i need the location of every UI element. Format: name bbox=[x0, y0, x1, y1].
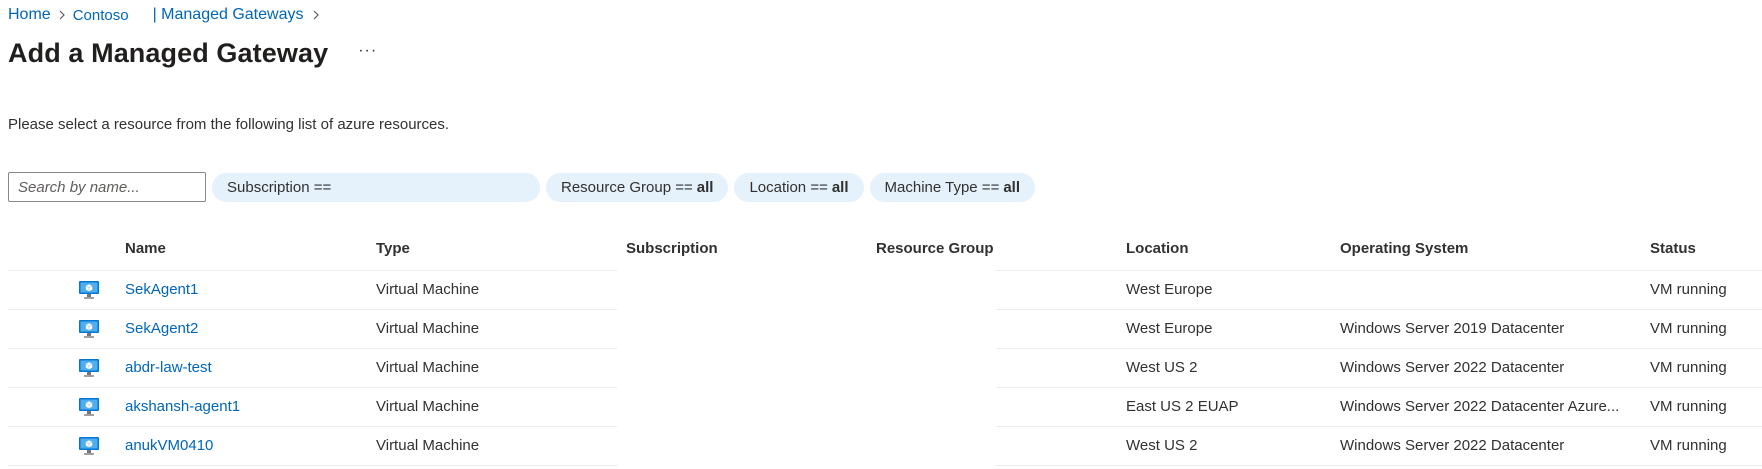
resource-group-filter-pill[interactable]: Resource Group == all bbox=[546, 172, 729, 202]
location-filter-label: Location == bbox=[749, 178, 828, 196]
row-subscription bbox=[626, 387, 866, 426]
row-operating-system: Windows Server 2022 Datacenter bbox=[1340, 359, 1565, 376]
virtual-machine-icon bbox=[78, 426, 108, 465]
column-header-name[interactable]: Name bbox=[125, 226, 365, 270]
subscription-filter-label: Subscription == bbox=[227, 178, 332, 196]
virtual-machine-icon bbox=[78, 348, 108, 387]
location-filter-value: all bbox=[831, 178, 849, 196]
breadcrumb-home-link[interactable]: Home bbox=[8, 6, 51, 24]
page-title: Add a Managed Gateway bbox=[8, 37, 329, 68]
breadcrumb-managed-gateways-link[interactable]: | Managed Gateways bbox=[153, 6, 304, 24]
chevron-right-icon bbox=[311, 10, 321, 20]
row-resource-group bbox=[876, 426, 1076, 465]
row-location: West US 2 bbox=[1126, 359, 1198, 376]
row-type: Virtual Machine bbox=[376, 281, 480, 298]
row-location: West Europe bbox=[1126, 281, 1213, 298]
row-type: Virtual Machine bbox=[376, 437, 480, 454]
row-operating-system: Windows Server 2019 Datacenter bbox=[1340, 320, 1565, 337]
row-subscription bbox=[626, 348, 866, 387]
more-options-button[interactable]: ··· bbox=[358, 42, 377, 64]
resource-table: Name Type Subscription Resource Group Lo… bbox=[8, 226, 1762, 466]
row-status: VM running bbox=[1650, 437, 1727, 454]
table-row[interactable]: SekAgent2 Virtual Machine West Europe Windo… bbox=[8, 309, 1762, 348]
resource-group-filter-value: all bbox=[696, 178, 714, 196]
row-type: Virtual Machine bbox=[376, 398, 480, 415]
virtual-machine-icon bbox=[78, 270, 108, 309]
virtual-machine-icon bbox=[78, 309, 108, 348]
breadcrumb-contoso-link[interactable]: Contoso bbox=[73, 7, 129, 24]
breadcrumb: Home Contoso | Managed Gateways bbox=[8, 5, 327, 25]
column-header-operating-system[interactable]: Operating System bbox=[1340, 226, 1630, 270]
row-divider bbox=[8, 465, 617, 466]
virtual-machine-icon bbox=[78, 387, 108, 426]
row-status: VM running bbox=[1650, 359, 1727, 376]
column-header-subscription[interactable]: Subscription bbox=[626, 226, 866, 270]
row-resource-group bbox=[876, 387, 1076, 426]
machine-type-filter-value: all bbox=[1003, 178, 1021, 196]
column-header-type[interactable]: Type bbox=[376, 226, 616, 270]
row-resource-group bbox=[876, 348, 1076, 387]
row-operating-system bbox=[1340, 270, 1630, 309]
row-operating-system: Windows Server 2022 Datacenter bbox=[1340, 437, 1565, 454]
column-header-status[interactable]: Status bbox=[1650, 226, 1762, 270]
row-resource-group bbox=[876, 309, 1076, 348]
row-name-link[interactable]: abdr-law-test bbox=[125, 348, 365, 387]
row-name-link[interactable]: SekAgent1 bbox=[125, 270, 365, 309]
title-row: Add a Managed Gateway ··· bbox=[8, 32, 377, 74]
row-divider bbox=[996, 465, 1762, 466]
row-status: VM running bbox=[1650, 320, 1727, 337]
table-row[interactable]: SekAgent1 Virtual Machine West Europe VM ru… bbox=[8, 270, 1762, 309]
row-type: Virtual Machine bbox=[376, 359, 480, 376]
row-subscription bbox=[626, 426, 866, 465]
chevron-right-icon bbox=[57, 10, 67, 20]
row-resource-group bbox=[876, 270, 1076, 309]
table-row[interactable]: anukVM0410 Virtual Machine West US 2 Window… bbox=[8, 426, 1762, 465]
row-location: West Europe bbox=[1126, 320, 1213, 337]
column-header-resource-group[interactable]: Resource Group bbox=[876, 226, 1076, 270]
row-operating-system: Windows Server 2022 Datacenter Azure... bbox=[1340, 398, 1620, 415]
resource-group-filter-label: Resource Group == bbox=[561, 178, 693, 196]
row-subscription bbox=[626, 270, 866, 309]
table-row[interactable]: abdr-law-test Virtual Machine West US 2 Win… bbox=[8, 348, 1762, 387]
filter-bar: Subscription == Resource Group == all Lo… bbox=[8, 172, 1036, 202]
row-location: East US 2 EUAP bbox=[1126, 398, 1239, 415]
search-input[interactable] bbox=[8, 172, 206, 202]
row-status: VM running bbox=[1650, 281, 1727, 298]
table-header-row: Name Type Subscription Resource Group Lo… bbox=[8, 226, 1762, 270]
machine-type-filter-label: Machine Type == bbox=[884, 178, 1000, 196]
column-header-location[interactable]: Location bbox=[1126, 226, 1326, 270]
row-subscription bbox=[626, 309, 866, 348]
row-type: Virtual Machine bbox=[376, 320, 480, 337]
row-name-link[interactable]: SekAgent2 bbox=[125, 309, 365, 348]
table-row[interactable]: akshansh-agent1 Virtual Machine East US 2 … bbox=[8, 387, 1762, 426]
machine-type-filter-pill[interactable]: Machine Type == all bbox=[869, 172, 1036, 202]
row-location: West US 2 bbox=[1126, 437, 1198, 454]
page-description: Please select a resource from the follow… bbox=[8, 116, 450, 133]
table-body: SekAgent1 Virtual Machine West Europe VM ru… bbox=[8, 270, 1762, 466]
subscription-filter-pill[interactable]: Subscription == bbox=[212, 172, 540, 202]
row-status: VM running bbox=[1650, 398, 1727, 415]
row-name-link[interactable]: akshansh-agent1 bbox=[125, 387, 365, 426]
location-filter-pill[interactable]: Location == all bbox=[734, 172, 864, 202]
table-bottom-border bbox=[8, 465, 1762, 466]
row-name-link[interactable]: anukVM0410 bbox=[125, 426, 365, 465]
